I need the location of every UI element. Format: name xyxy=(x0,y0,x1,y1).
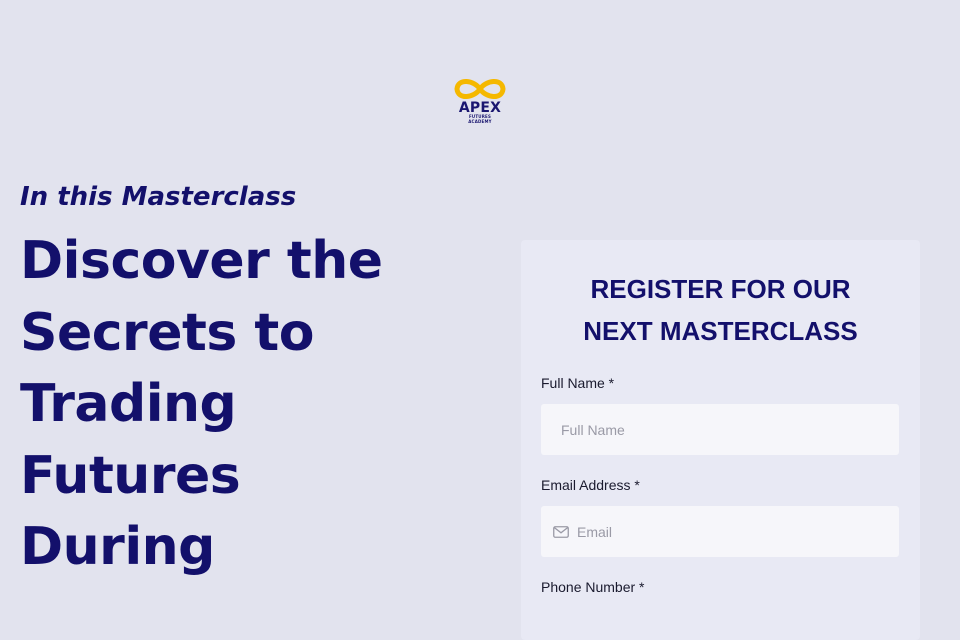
logo-wordmark: APEX xyxy=(458,100,502,116)
email-field[interactable] xyxy=(541,506,899,557)
form-title: REGISTER FOR OUR NEXT MASTERCLASS xyxy=(521,268,920,352)
logo-subline-2: ACADEMY xyxy=(468,118,492,124)
email-label: Email Address * xyxy=(541,477,640,493)
full-name-label: Full Name * xyxy=(541,375,615,391)
form-title-line-1: REGISTER FOR OUR xyxy=(590,274,851,304)
infinity-icon xyxy=(454,79,506,99)
hero-headline: Discover the Secrets to Trading Futures … xyxy=(20,231,383,577)
phone-label: Phone Number * xyxy=(541,579,645,595)
logo-subline: FUTURES ACADEMY xyxy=(468,114,492,124)
email-input[interactable] xyxy=(577,506,899,557)
mail-icon xyxy=(553,525,569,539)
hero-kicker: In this Masterclass xyxy=(20,182,297,212)
full-name-field[interactable] xyxy=(541,404,899,455)
form-title-line-2: NEXT MASTERCLASS xyxy=(583,316,858,346)
registration-form: REGISTER FOR OUR NEXT MASTERCLASS Full N… xyxy=(521,240,920,640)
full-name-input[interactable] xyxy=(561,404,899,455)
brand-logo[interactable]: APEX FUTURES ACADEMY xyxy=(449,76,511,138)
